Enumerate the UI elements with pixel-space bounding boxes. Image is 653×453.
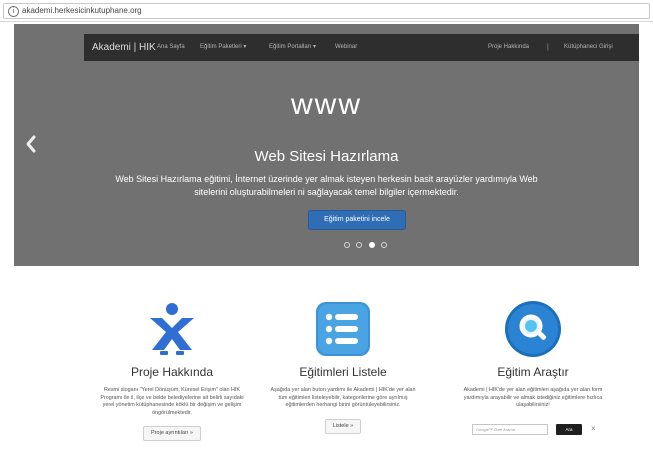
search-input[interactable]: Google™ Özel Arama (472, 423, 548, 435)
feature-column-list: Eğitimleri Listele Aşağıda yer alan buto… (268, 296, 418, 434)
carousel-indicator[interactable] (356, 242, 363, 248)
browser-address-bar: i akademi.herkesicinkutuphane.org (0, 0, 653, 22)
carousel-indicators (344, 242, 389, 248)
column-text: Resmi sloganı "Yerel Dönüşüm, Küresel Er… (100, 387, 244, 416)
column-title: Eğitimleri Listele (299, 365, 387, 379)
feature-column-search: Eğitim Araştır Akademi | HIK'de yer alan… (458, 296, 608, 436)
carousel-indicator-active[interactable] (368, 242, 375, 248)
carousel-indicator[interactable] (344, 242, 350, 248)
project-details-button[interactable]: Proje ayrıntıları » (143, 426, 201, 442)
nav-item-training-packages[interactable]: Eğitim Paketleri ▾ (200, 34, 246, 61)
nav-item-webinar[interactable]: Webinar (335, 34, 357, 61)
slide-title: Web Sitesi Hazırlama (254, 148, 399, 165)
www-icon: www (291, 88, 362, 121)
nav-item-training-portals[interactable]: Eğitim Portalları ▾ (269, 34, 316, 61)
search-button[interactable]: Ara (556, 423, 582, 435)
person-figure-icon (150, 303, 194, 355)
search-form: Google™ Özel Arama Ara × (458, 423, 608, 436)
column-text: Aşağıda yer alan buton yardımı ile Akade… (270, 387, 416, 409)
list-trainings-button[interactable]: Listele » (324, 418, 362, 434)
nav-separator: | (547, 44, 549, 51)
feature-column-about: Proje Hakkında Resmi sloganı "Yerel Dönü… (97, 296, 247, 442)
url-field[interactable]: i akademi.herkesicinkutuphane.org (3, 3, 650, 19)
list-icon (316, 302, 370, 356)
view-training-package-button[interactable]: Eğitim paketini incele (308, 210, 406, 230)
carousel-indicator[interactable] (381, 242, 388, 248)
slide-description: Web Sitesi Hazırlama eğitimi, İnternet ü… (115, 174, 538, 197)
column-text: Akademi | HIK'de yer alan eğitimleri aşa… (463, 387, 603, 409)
column-title: Proje Hakkında (130, 365, 214, 379)
top-navbar: Akademi | HIK Ana Sayfa Eğitim Paketleri… (84, 34, 639, 61)
brand-logo[interactable]: Akademi | HIK (92, 34, 156, 61)
url-text: akademi.herkesicinkutuphane.org (22, 6, 142, 15)
hero-carousel: Akademi | HIK Ana Sayfa Eğitim Paketleri… (14, 24, 639, 266)
search-magnifier-icon (505, 301, 561, 357)
nav-item-about[interactable]: Proje Hakkında (488, 34, 529, 61)
column-title: Eğitim Araştır (497, 365, 569, 379)
info-icon[interactable]: i (8, 6, 19, 17)
close-icon[interactable]: × (591, 423, 596, 435)
nav-item-librarian-login[interactable]: Kütüphaneci Girişi (564, 34, 613, 61)
nav-item-home[interactable]: Ana Sayfa (157, 34, 185, 61)
